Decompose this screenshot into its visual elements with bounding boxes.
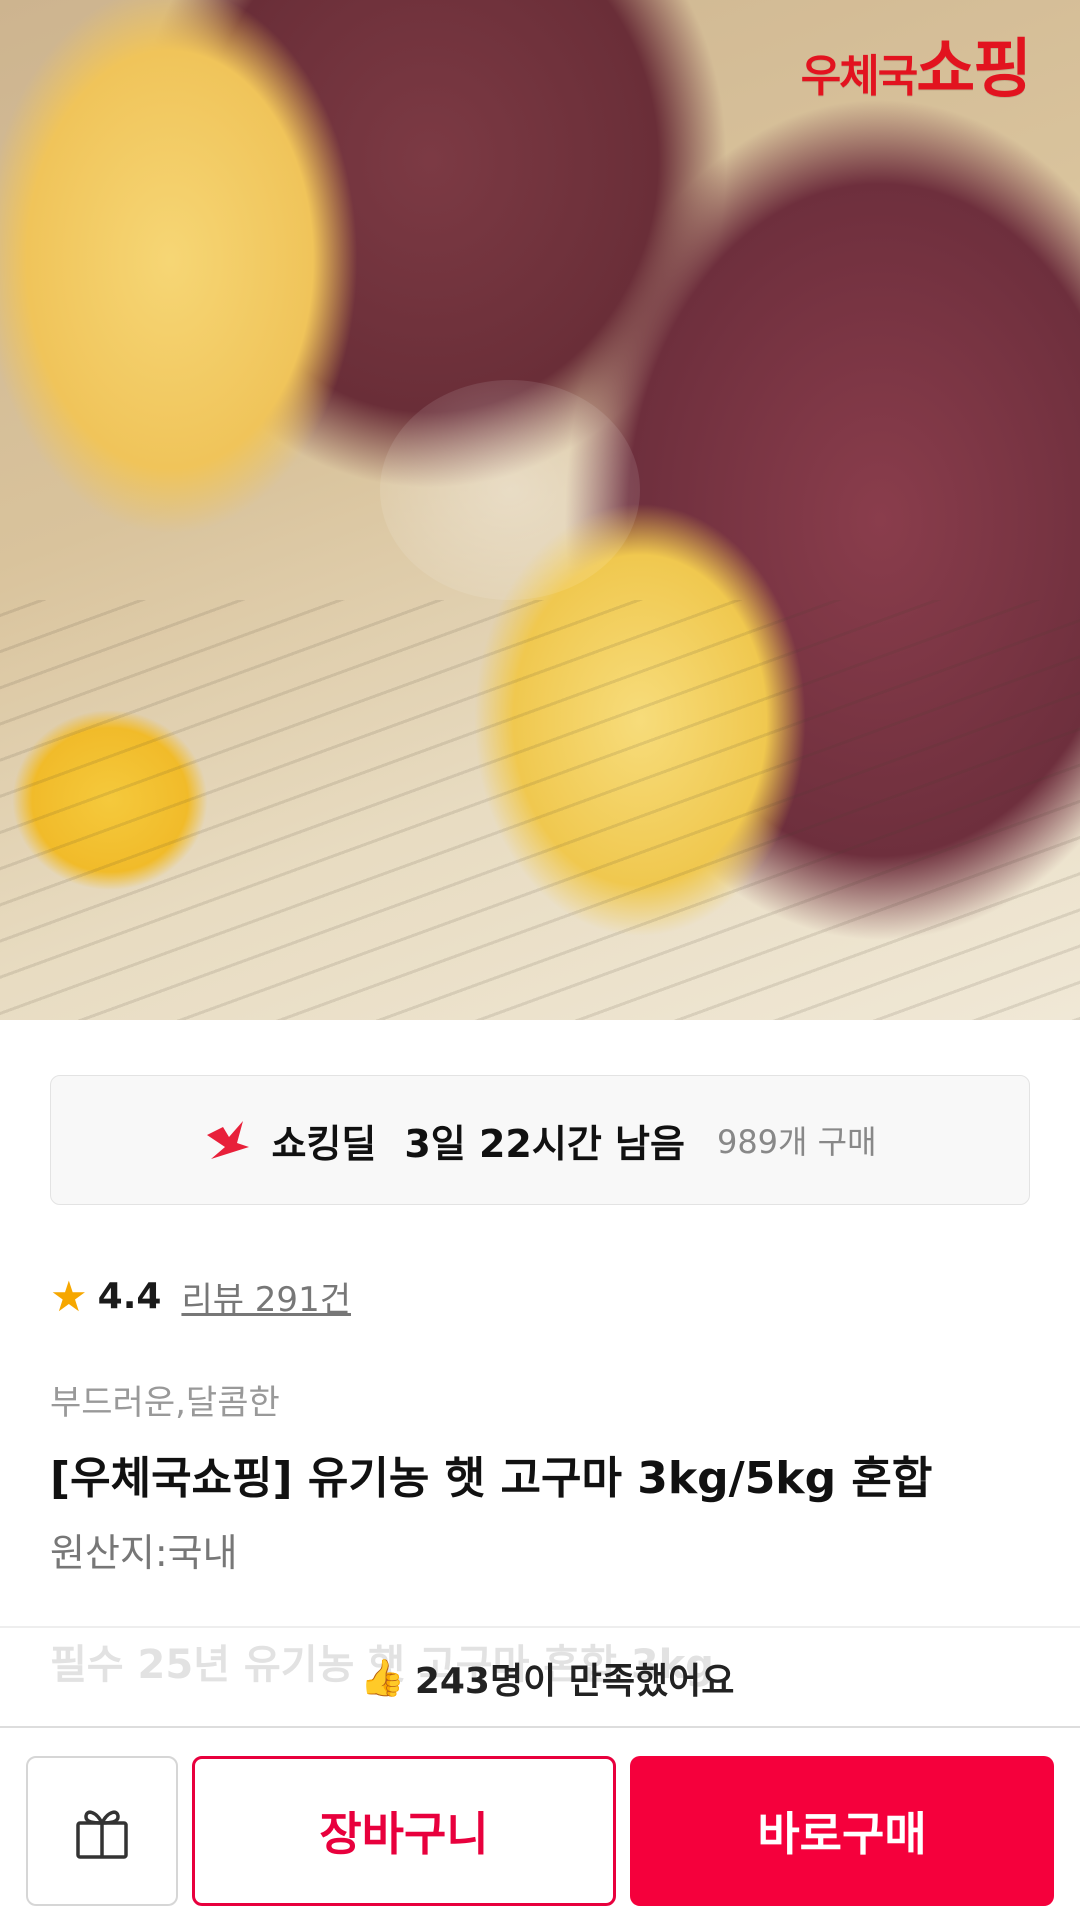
product-tags: 부드러운,달콤한: [50, 1383, 280, 1423]
gift-button[interactable]: [26, 1756, 178, 1906]
shocking-deal-banner: 쇼킹딜 3일 22시간 남음 989개 구매: [50, 1075, 1030, 1205]
reviews-link[interactable]: 리뷰 291건: [181, 1272, 351, 1321]
star-icon: ★: [50, 1271, 88, 1321]
deal-time-remaining: 3일 22시간 남음: [404, 1121, 685, 1166]
divider: [0, 1626, 1080, 1628]
product-title: [우체국쇼핑] 유기농 햇 고구마 3kg/5kg 혼합: [50, 1453, 933, 1504]
product-image[interactable]: 우체국쇼핑: [0, 0, 1080, 1020]
rating-row: ★ 4.4 리뷰 291건: [50, 1272, 351, 1321]
newspaper-texture: [0, 600, 1080, 1020]
buy-now-button[interactable]: 바로구매: [630, 1756, 1054, 1906]
thumbs-up-icon: 👍: [360, 1658, 405, 1699]
product-origin: 원산지:국내: [50, 1531, 238, 1575]
add-to-cart-button[interactable]: 장바구니: [192, 1756, 616, 1906]
satisfaction-badge: 👍 243명이 만족했어요: [360, 1652, 734, 1704]
satisfaction-text: 243명이 만족했어요: [414, 1661, 735, 1702]
rating-score: 4.4: [97, 1276, 162, 1317]
steam-effect: [380, 380, 640, 600]
shocking-deal-icon: [207, 1121, 250, 1159]
gift-icon: [76, 1810, 128, 1859]
brand-watermark: 우체국쇼핑: [800, 33, 1032, 107]
deal-purchase-count: 989개 구매: [716, 1123, 877, 1161]
bottom-action-bar: 장바구니 바로구매: [0, 1726, 1080, 1922]
deal-label: 쇼킹딜: [271, 1121, 377, 1166]
